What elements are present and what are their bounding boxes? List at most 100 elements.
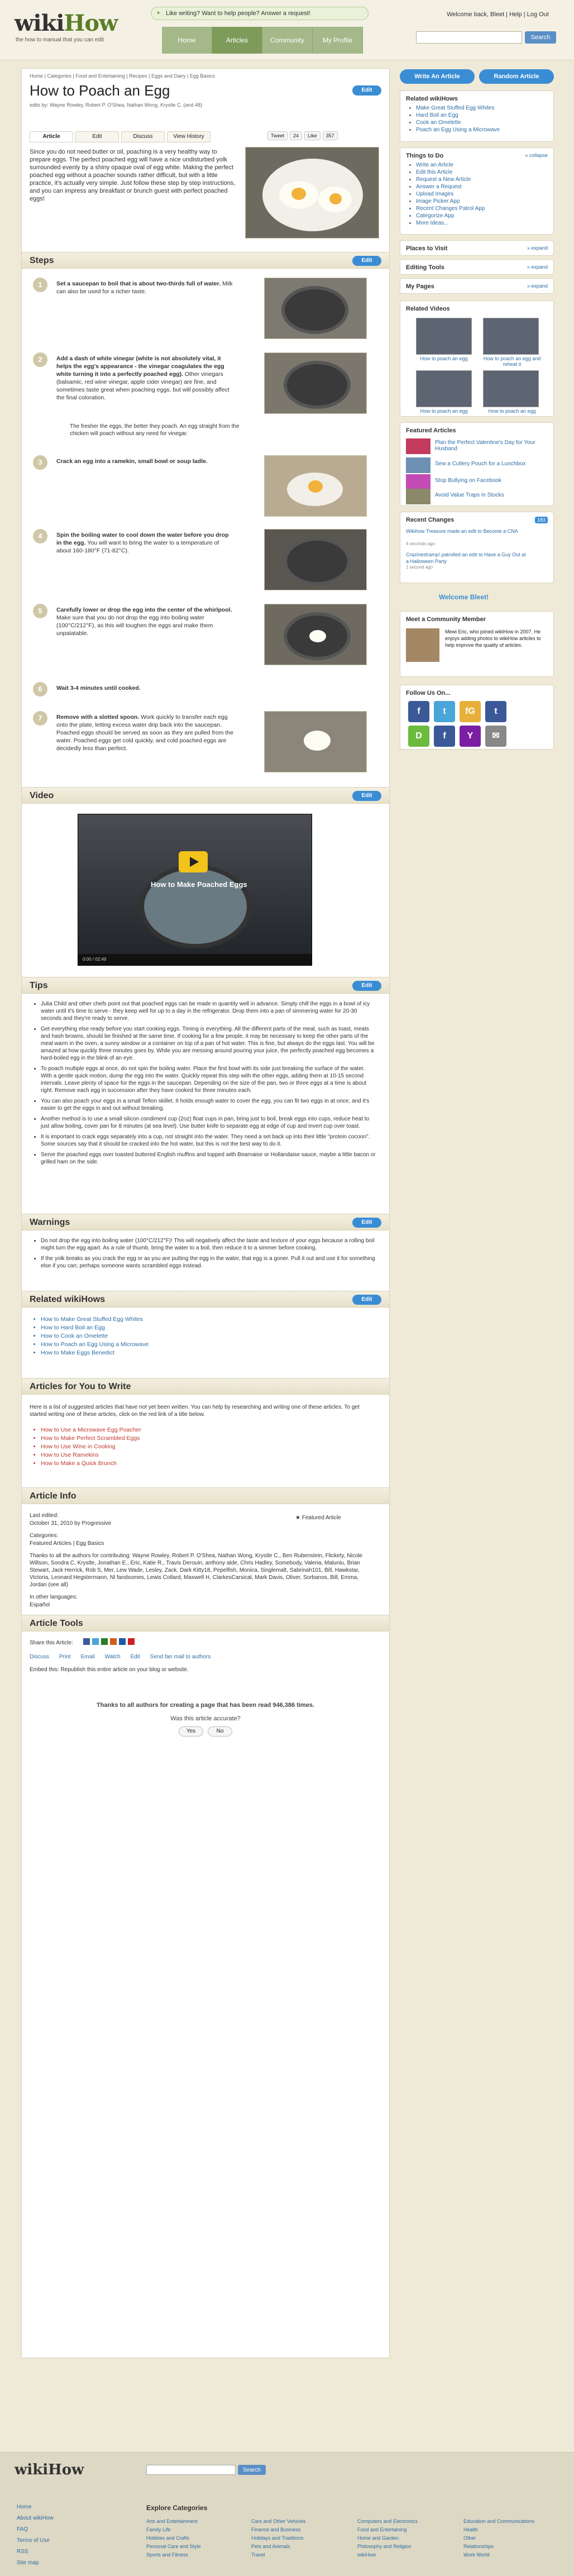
todo-link[interactable]: Request a New Article	[416, 176, 553, 183]
watch-link[interactable]: Watch	[105, 1654, 121, 1660]
category-link[interactable]: Arts and Entertainment	[146, 2517, 201, 2526]
video-thumb[interactable]	[416, 370, 472, 407]
like-button[interactable]: Like	[304, 131, 321, 140]
footer-link[interactable]: FAQ	[17, 2524, 54, 2535]
tumblr-icon[interactable]: t	[485, 701, 506, 722]
sidebar-related-link[interactable]: Hard Boil an Egg	[416, 112, 553, 119]
video-thumb[interactable]	[416, 318, 472, 355]
edit-authors[interactable]: edits by: Wayne Rowley, Robert P. O'Shea…	[30, 102, 202, 108]
print-link[interactable]: Print	[59, 1654, 71, 1660]
sidebar-related-link[interactable]: Cook an Omelette	[416, 119, 553, 126]
write-link[interactable]: How to Use Ramekins	[41, 1451, 264, 1459]
nav-home[interactable]: Home	[162, 27, 212, 54]
featured-thumb[interactable]	[406, 457, 430, 473]
expand-link[interactable]: » expand	[527, 264, 548, 270]
embed-link[interactable]: Embed this: Republish this entire articl…	[30, 1666, 376, 1673]
search-button[interactable]: Search	[525, 31, 556, 44]
edit-link[interactable]: Edit	[131, 1654, 140, 1660]
todo-link[interactable]: More Ideas...	[416, 220, 553, 227]
video-thumb-label[interactable]: How to poach an egg	[410, 356, 477, 361]
tab-view-history[interactable]: View History	[167, 131, 211, 142]
facebook-page-icon[interactable]: f	[434, 726, 455, 747]
tweet-button[interactable]: Tweet	[267, 131, 288, 140]
related-link[interactable]: How to Poach an Egg Using a Microwave	[41, 1341, 264, 1349]
category-link[interactable]: Personal Care and Style	[146, 2542, 201, 2551]
category-link[interactable]: Philosophy and Religion	[357, 2542, 418, 2551]
featured-link[interactable]: Stop Bullying on Facebook	[435, 478, 547, 484]
todo-link[interactable]: Edit this Article	[416, 169, 553, 176]
todo-link[interactable]: Categorize App	[416, 212, 553, 220]
category-link[interactable]: Sports and Fitness	[146, 2551, 201, 2559]
expand-link[interactable]: » expand	[527, 245, 548, 251]
collapse-link[interactable]: « collapse	[525, 152, 548, 158]
warnings-edit-button[interactable]: Edit	[352, 1218, 381, 1228]
category-link[interactable]: Home and Garden	[357, 2534, 418, 2542]
write-link[interactable]: How to Use Wine in Cooking	[41, 1443, 264, 1451]
video-thumb[interactable]	[483, 318, 539, 355]
category-link[interactable]: Health	[463, 2526, 534, 2534]
video-thumb-label[interactable]: How to poach an egg	[479, 408, 546, 414]
category-link[interactable]: Relationships	[463, 2542, 534, 2551]
edit-button[interactable]: Edit	[352, 85, 381, 96]
step-2-image[interactable]	[264, 352, 367, 414]
featured-link[interactable]: Avoid Value Traps in Stocks	[435, 492, 547, 498]
footer-link[interactable]: About wikiHow	[17, 2513, 54, 2524]
step-7-image[interactable]	[264, 711, 367, 772]
email-icon[interactable]: ✉	[485, 726, 506, 747]
step-3-image[interactable]	[264, 455, 367, 517]
category-link[interactable]: Hobbies and Crafts	[146, 2534, 201, 2542]
no-button[interactable]: No	[208, 1726, 232, 1737]
yahoo-icon[interactable]: Y	[460, 726, 481, 747]
avatar[interactable]	[406, 628, 439, 662]
email-link[interactable]: Email	[81, 1654, 95, 1660]
todo-link[interactable]: Write an Article	[416, 161, 553, 169]
category-link[interactable]: wikiHow	[357, 2551, 418, 2559]
related-edit-button[interactable]: Edit	[352, 1295, 381, 1305]
related-link[interactable]: How to Cook an Omelette	[41, 1332, 264, 1341]
featured-thumb[interactable]	[406, 474, 430, 490]
play-icon[interactable]	[179, 851, 208, 872]
write-link[interactable]: How to Make a Quick Brunch	[41, 1459, 264, 1468]
category-link[interactable]: Cars and Other Vehicles	[251, 2517, 306, 2526]
sidebar-related-link[interactable]: Poach an Egg Using a Microwave	[416, 126, 553, 133]
facebook-icon[interactable]: f	[408, 701, 429, 722]
video-player[interactable]: How to Make Poached Eggs 0:00 / 02:49	[78, 814, 312, 966]
tab-edit[interactable]: Edit	[75, 131, 119, 142]
digg-icon[interactable]	[110, 1638, 117, 1645]
tab-article[interactable]: Article	[30, 131, 73, 142]
write-link[interactable]: How to Use a Microwave Egg Poacher	[41, 1426, 264, 1434]
steps-edit-button[interactable]: Edit	[352, 256, 381, 266]
answer-request-banner[interactable]: ✦ Like writing? Want to help people? Answ…	[151, 7, 369, 20]
digg-icon[interactable]: D	[408, 726, 429, 747]
yes-button[interactable]: Yes	[179, 1726, 203, 1737]
tab-discuss[interactable]: Discuss	[121, 131, 165, 142]
breadcrumb[interactable]: Home | Categories | Food and Entertainin…	[30, 73, 215, 79]
footer-search-button[interactable]: Search	[238, 2465, 266, 2475]
footer-link[interactable]: RSS	[17, 2546, 54, 2558]
category-link[interactable]: Food and Entertaining	[357, 2526, 418, 2534]
nav-my-profile[interactable]: My Profile	[313, 27, 363, 54]
random-article-button[interactable]: Random Article	[479, 69, 554, 84]
category-link[interactable]: Family Life	[146, 2526, 201, 2534]
write-article-button[interactable]: Write An Article	[400, 69, 475, 84]
wikihow-logo[interactable]: wikiHow	[15, 10, 118, 36]
step-4-image[interactable]	[264, 529, 367, 590]
expand-link[interactable]: » expand	[527, 283, 548, 289]
video-thumb-label[interactable]: How to poach an egg	[410, 408, 477, 414]
category-link[interactable]: Other	[463, 2534, 534, 2542]
twitter-icon[interactable]: t	[434, 701, 455, 722]
todo-link[interactable]: Recent Changes Patrol App	[416, 205, 553, 212]
search-input[interactable]	[416, 31, 522, 44]
write-link[interactable]: How to Make Perfect Scrambled Eggs	[41, 1434, 264, 1443]
intro-image[interactable]	[245, 147, 379, 238]
google-friend-icon[interactable]: fG	[460, 701, 481, 722]
facebook-icon[interactable]	[83, 1638, 90, 1645]
todo-link[interactable]: Upload Images	[416, 190, 553, 198]
video-thumb[interactable]	[483, 370, 539, 407]
todo-link[interactable]: Image Picker App	[416, 198, 553, 205]
twitter-icon[interactable]	[92, 1638, 99, 1645]
user-links[interactable]: Welcome back, Bleet | Help | Log Out	[447, 11, 549, 18]
featured-thumb[interactable]	[406, 489, 430, 504]
change-item[interactable]: Crazinestramp! patrolled an edit to Have…	[406, 551, 529, 565]
category-link[interactable]: Education and Communications	[463, 2517, 534, 2526]
